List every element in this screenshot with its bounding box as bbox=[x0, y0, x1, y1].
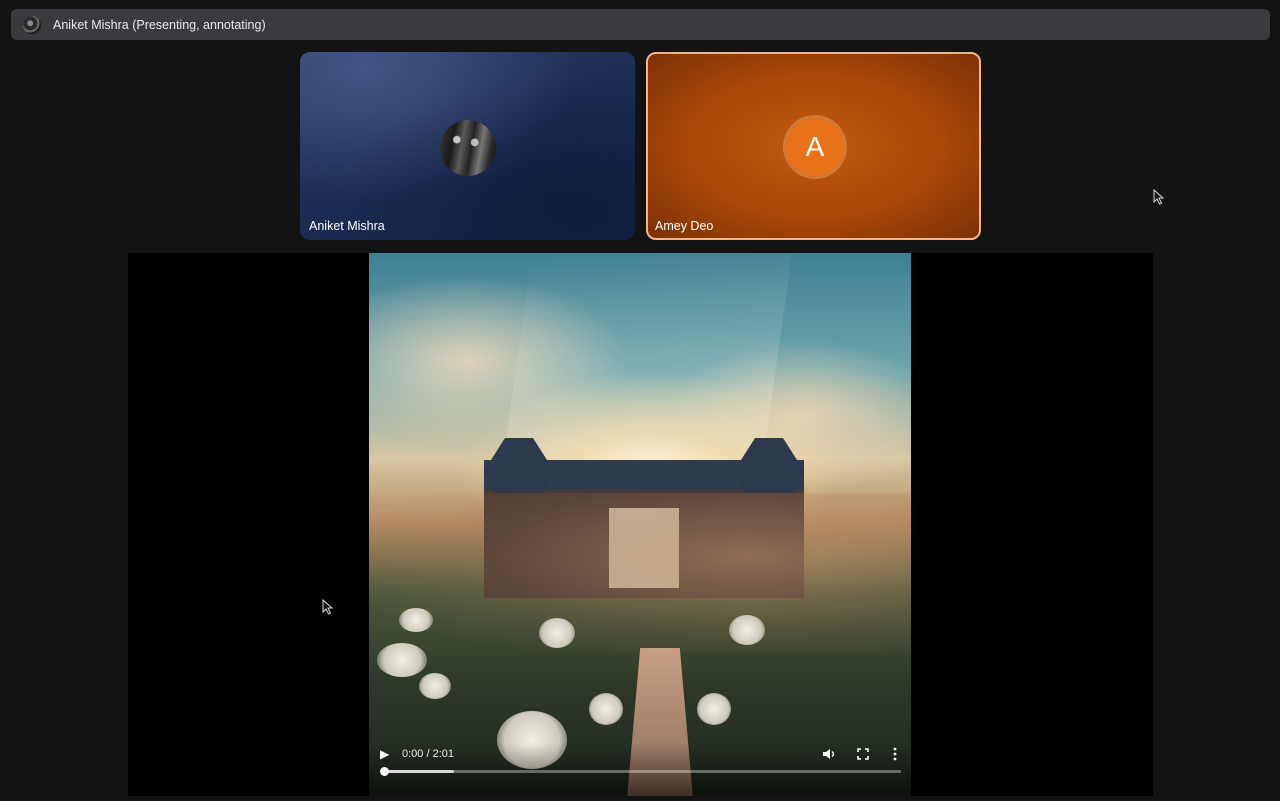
mouse-cursor-icon bbox=[322, 599, 334, 615]
presenter-bar[interactable]: Aniket Mishra (Presenting, annotating) bbox=[11, 9, 1270, 40]
video-frame-flower bbox=[697, 693, 731, 725]
video-frame-flower bbox=[729, 615, 765, 645]
video-frame-flower bbox=[589, 693, 623, 725]
fullscreen-icon[interactable] bbox=[855, 746, 871, 762]
avatar bbox=[440, 120, 496, 176]
volume-icon[interactable] bbox=[821, 746, 837, 762]
video-frame-fog bbox=[369, 493, 911, 653]
video-player[interactable]: ▶ 0:00 / 2:01 bbox=[369, 253, 911, 796]
participant-tile-amey[interactable]: A Amey Deo bbox=[646, 52, 981, 240]
video-controls: ▶ 0:00 / 2:01 bbox=[369, 744, 911, 796]
video-frame-flower bbox=[419, 673, 451, 699]
presenter-avatar bbox=[23, 15, 41, 34]
participant-name: Amey Deo bbox=[655, 219, 714, 233]
presenter-label: Aniket Mishra (Presenting, annotating) bbox=[53, 17, 266, 32]
shared-screen: ▶ 0:00 / 2:01 bbox=[128, 253, 1153, 796]
participant-tile-aniket[interactable]: Aniket Mishra bbox=[300, 52, 635, 240]
avatar: A bbox=[786, 118, 844, 176]
video-frame-flower bbox=[539, 618, 575, 648]
meeting-stage: Aniket Mishra (Presenting, annotating) A… bbox=[0, 0, 1280, 801]
more-vert-icon[interactable] bbox=[890, 746, 900, 762]
play-icon[interactable]: ▶ bbox=[380, 747, 389, 761]
video-buffered-bar bbox=[384, 770, 454, 773]
video-frame-flower bbox=[377, 643, 427, 677]
video-frame-flower bbox=[399, 608, 433, 632]
video-progress-bar[interactable] bbox=[380, 767, 901, 776]
participant-name: Aniket Mishra bbox=[309, 219, 385, 233]
mouse-cursor-icon bbox=[1153, 189, 1165, 205]
video-time: 0:00 / 2:01 bbox=[402, 748, 454, 760]
video-progress-thumb[interactable] bbox=[380, 767, 389, 776]
